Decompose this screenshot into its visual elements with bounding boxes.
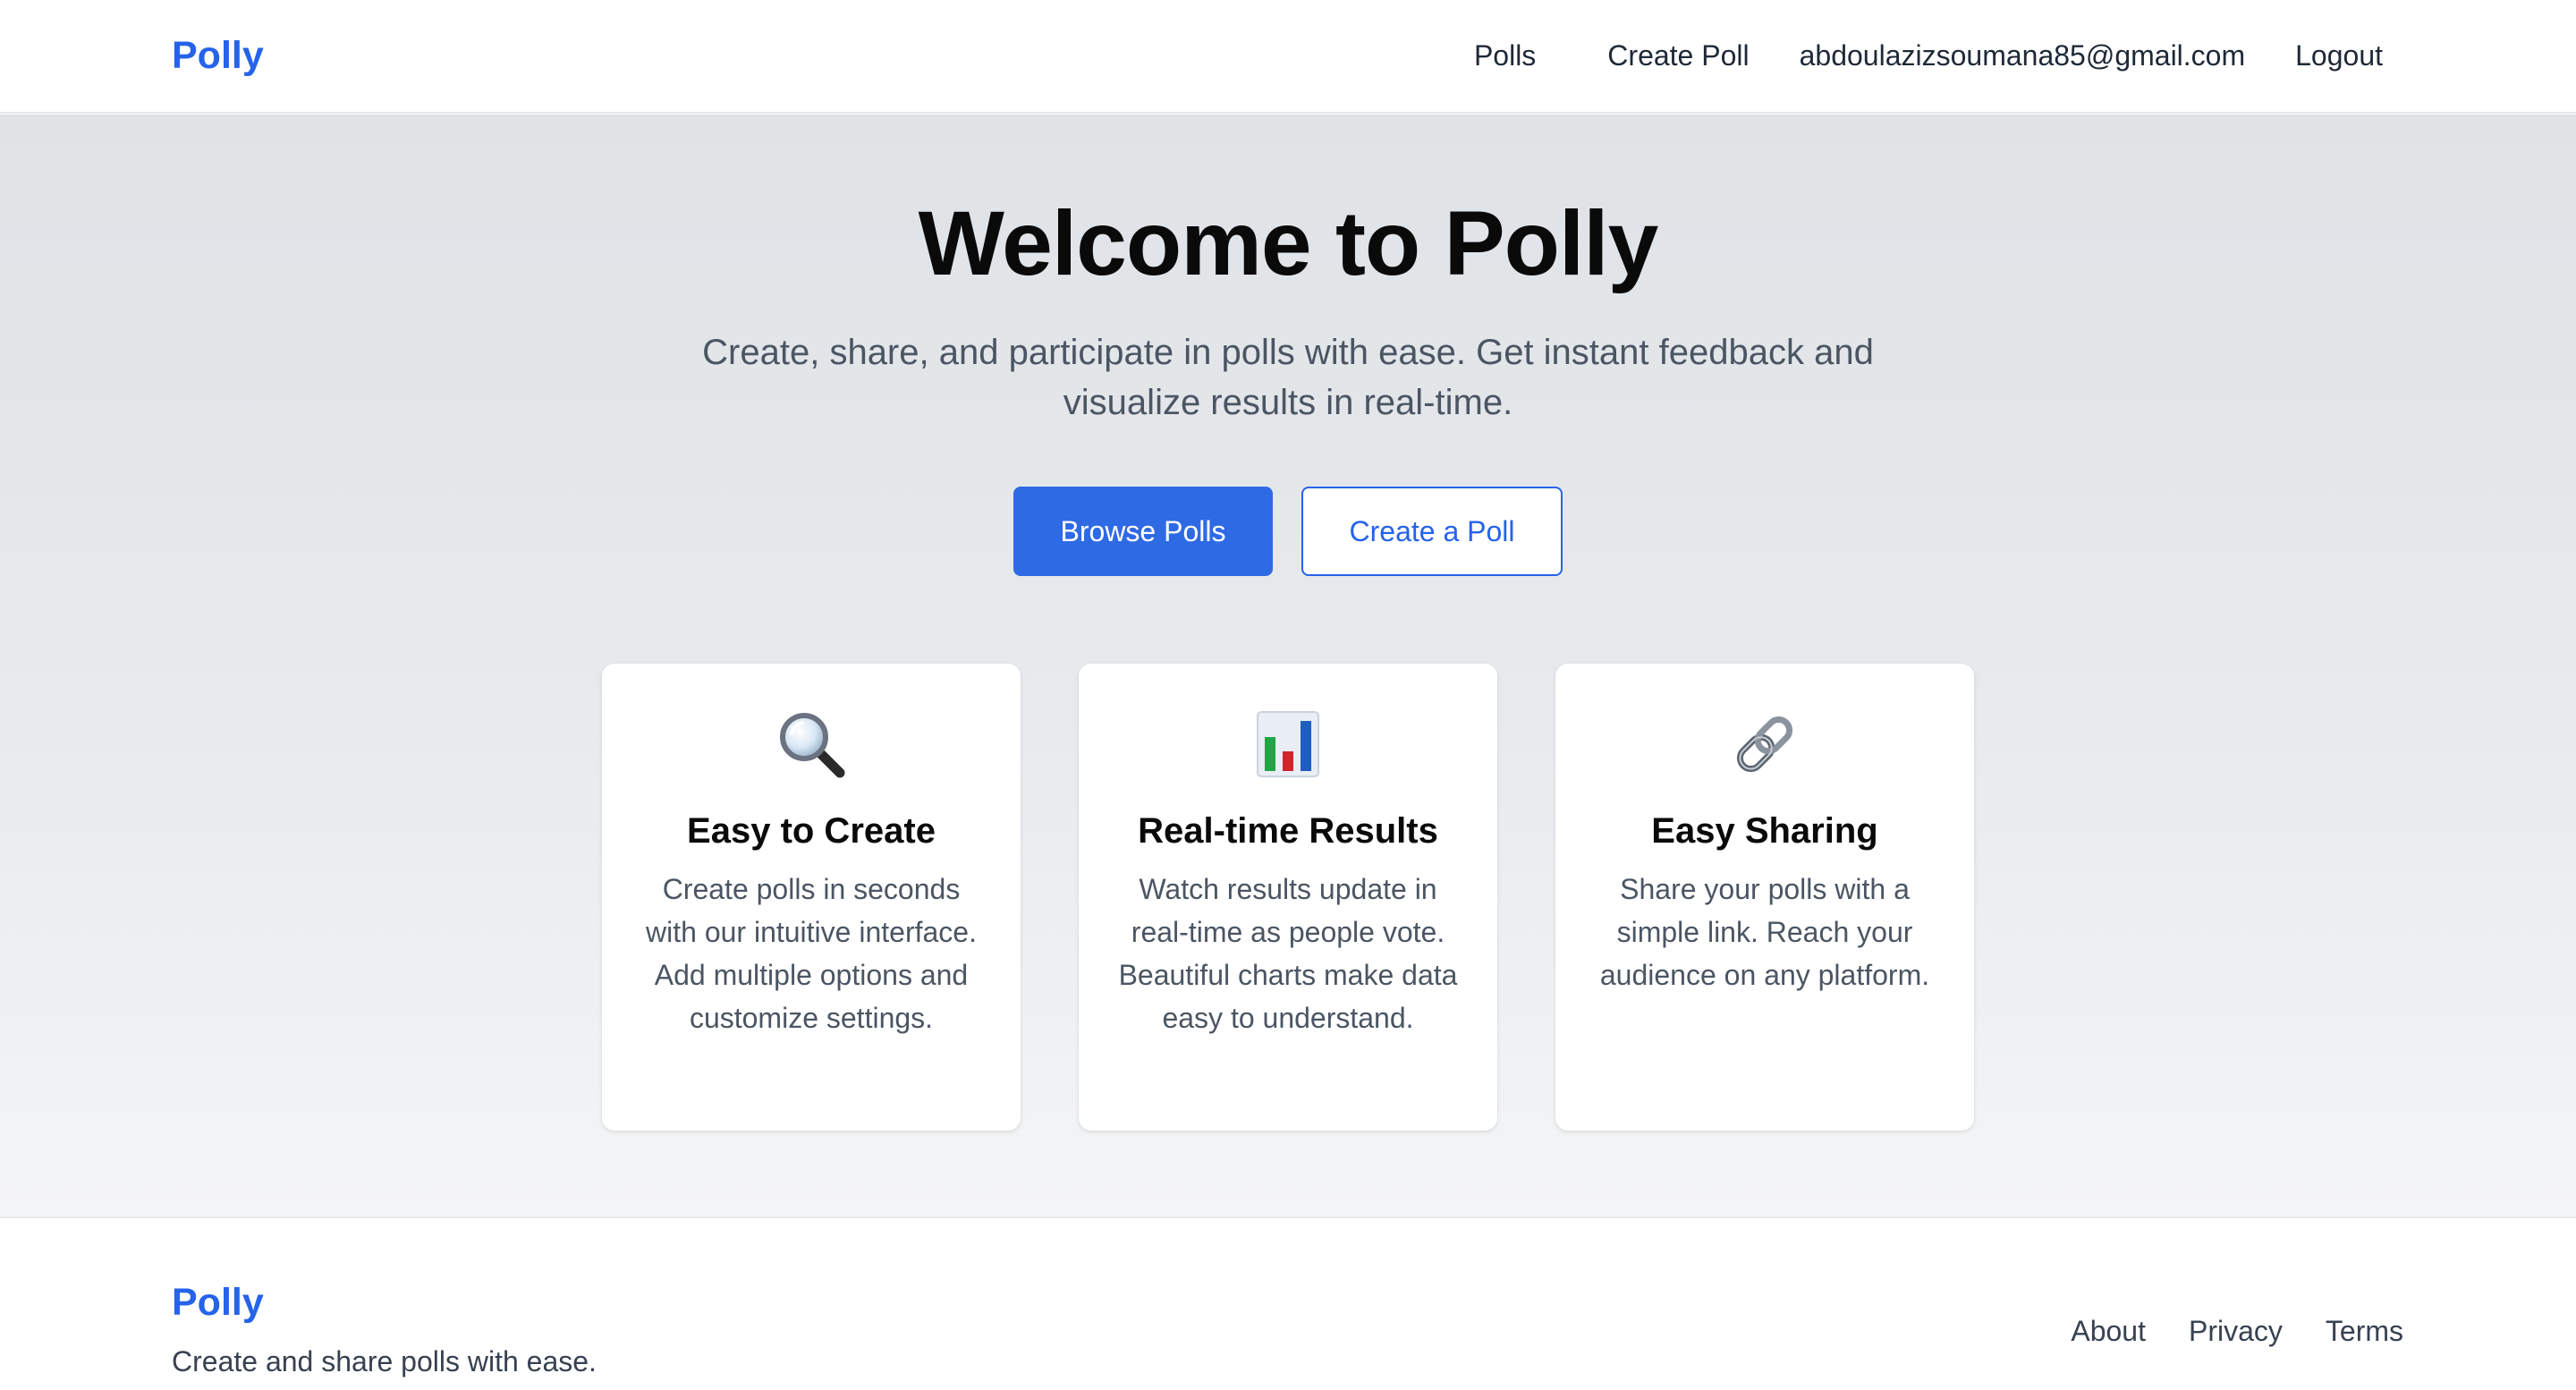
link-icon bbox=[1555, 708, 1974, 780]
footer-tagline: Create and share polls with ease. bbox=[172, 1345, 597, 1377]
feature-title: Easy to Create bbox=[687, 811, 936, 851]
site-footer: Polly Create and share polls with ease. … bbox=[0, 1216, 2576, 1390]
create-poll-button[interactable]: Create a Poll bbox=[1301, 487, 1563, 576]
feature-description: Watch results update in real-time as peo… bbox=[1118, 873, 1458, 1034]
feature-description: Create polls in seconds with our intuiti… bbox=[646, 873, 977, 1034]
user-email: abdoulazizsoumana85@gmail.com bbox=[1799, 39, 2246, 72]
footer-brand: Polly bbox=[172, 1281, 264, 1324]
magnifying-glass-icon bbox=[602, 708, 1021, 780]
feature-title: Real-time Results bbox=[1138, 811, 1438, 851]
logout-button[interactable]: Logout bbox=[2295, 32, 2383, 79]
brand-logo-link[interactable]: Polly bbox=[172, 32, 264, 79]
footer-link-terms[interactable]: Terms bbox=[2326, 1311, 2403, 1351]
feature-card-real-time-results: Real-time Results Watch results update i… bbox=[1079, 664, 1497, 1131]
footer-links: About Privacy Terms bbox=[2071, 1311, 2403, 1351]
feature-card-easy-sharing: Easy Sharing Share your polls with a sim… bbox=[1555, 664, 1974, 1131]
main-nav: Polls Create Poll abdoulazizsoumana85@gm… bbox=[1474, 32, 2383, 79]
browse-polls-button[interactable]: Browse Polls bbox=[1013, 487, 1273, 576]
hero-section: Welcome to Polly Create, share, and part… bbox=[0, 114, 2576, 1216]
feature-title: Easy Sharing bbox=[1651, 811, 1878, 851]
nav-link-polls[interactable]: Polls bbox=[1474, 32, 1536, 79]
feature-card-easy-to-create: Easy to Create Create polls in seconds w… bbox=[602, 664, 1021, 1131]
hero-title: Welcome to Polly bbox=[918, 192, 1659, 294]
footer-link-privacy[interactable]: Privacy bbox=[2189, 1311, 2283, 1351]
bar-chart-icon bbox=[1079, 708, 1497, 780]
hero-subtitle: Create, share, and participate in polls … bbox=[702, 333, 1874, 422]
top-navbar: Polly Polls Create Poll abdoulazizsouman… bbox=[0, 0, 2576, 114]
footer-link-about[interactable]: About bbox=[2071, 1311, 2146, 1351]
nav-link-create-poll[interactable]: Create Poll bbox=[1607, 32, 1749, 79]
feature-description: Share your polls with a simple link. Rea… bbox=[1599, 873, 1930, 991]
